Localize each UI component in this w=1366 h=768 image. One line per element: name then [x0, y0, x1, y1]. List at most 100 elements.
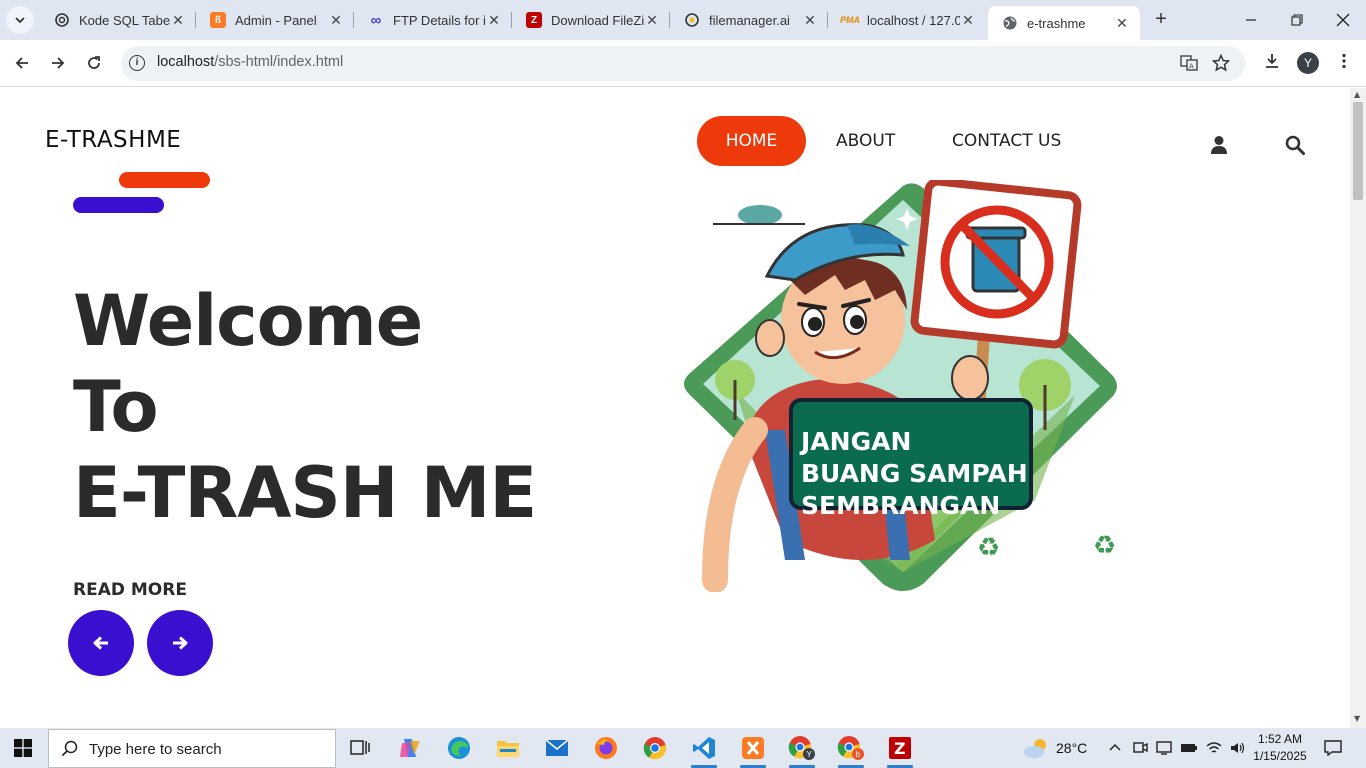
xampp-icon[interactable]: [736, 733, 770, 768]
downloads-icon[interactable]: [1261, 52, 1283, 74]
hero-heading: Welcome To E-TRASH ME: [73, 278, 537, 536]
bookmark-star-icon[interactable]: [1211, 53, 1231, 74]
chrome-profile-y-icon[interactable]: Y: [785, 733, 819, 768]
tray-icons: [1108, 728, 1246, 768]
taskbar-search-box[interactable]: Type here to search: [48, 729, 336, 768]
tab-strip: Kode SQL Tabel S ✕ ß Admin - Panel ✕ ∞ F…: [0, 0, 1366, 40]
mail-icon[interactable]: [540, 733, 574, 763]
weather-temp: 28°C: [1056, 740, 1088, 756]
search-icon[interactable]: [1285, 135, 1305, 155]
tab-admin-panel[interactable]: ß Admin - Panel ✕: [196, 0, 354, 40]
windows-start-icon[interactable]: [14, 739, 32, 757]
notification-icon: [1324, 740, 1342, 756]
infinity-icon: ∞: [370, 11, 382, 29]
vscode-icon[interactable]: [687, 733, 721, 768]
hero-heading-line-2: To: [73, 366, 159, 448]
taskbar-clock[interactable]: 1:52 AM 1/15/2025: [1252, 731, 1308, 765]
nav-home-link[interactable]: HOME: [697, 116, 806, 166]
search-icon: [61, 740, 78, 757]
close-window-button[interactable]: [1320, 0, 1366, 40]
read-more-link[interactable]: READ MORE: [73, 580, 187, 600]
translate-icon[interactable]: A: [1179, 54, 1199, 74]
scroll-up-arrow-icon[interactable]: ▲: [1354, 90, 1360, 99]
restore-icon: [1291, 14, 1303, 26]
tab-title: filemanager.ai: [709, 12, 790, 28]
svg-text:A: A: [1189, 63, 1194, 71]
user-icon[interactable]: [1210, 135, 1228, 155]
forward-button[interactable]: [46, 51, 70, 75]
tab-search-button[interactable]: [6, 6, 34, 34]
close-icon[interactable]: ✕: [486, 12, 502, 29]
minimize-icon: [1246, 19, 1256, 21]
tab-filemanager[interactable]: filemanager.ai ✕: [670, 0, 828, 40]
close-icon[interactable]: ✕: [802, 12, 818, 29]
weather-cloud-sun-icon: [1024, 739, 1046, 758]
tab-download-filezilla[interactable]: Z Download FileZil ✕: [512, 0, 670, 40]
url-text[interactable]: localhost/sbs-html/index.html: [157, 54, 343, 70]
wifi-icon[interactable]: [1206, 741, 1222, 755]
web-page: E-TRASHME HOME ABOUT CONTACT US Welcome …: [0, 88, 1350, 728]
hero-heading-line-3: E-TRASH ME: [73, 452, 537, 534]
task-view-icon[interactable]: [343, 733, 377, 763]
slider-prev-button[interactable]: [68, 610, 134, 676]
meet-now-icon[interactable]: [1132, 740, 1148, 756]
slider-next-button[interactable]: [147, 610, 213, 676]
close-icon[interactable]: ✕: [328, 12, 344, 29]
sign-text-line-2: BUANG SAMPAH: [801, 459, 1028, 488]
page-scrollbar[interactable]: ▲ ▼: [1350, 88, 1366, 728]
url-host: localhost: [157, 54, 215, 70]
notifications-button[interactable]: [1324, 728, 1342, 768]
volume-icon[interactable]: [1230, 741, 1246, 755]
arrow-right-icon: [52, 57, 65, 69]
copilot-icon[interactable]: [393, 733, 427, 763]
battery-icon[interactable]: [1180, 741, 1198, 755]
edge-icon[interactable]: [442, 733, 476, 763]
weather-widget[interactable]: 28°C: [1022, 728, 1087, 768]
tab-title: FTP Details for if: [393, 12, 486, 28]
scroll-down-arrow-icon[interactable]: ▼: [1354, 714, 1360, 723]
close-icon[interactable]: ✕: [1114, 15, 1130, 32]
minimize-button[interactable]: [1228, 0, 1274, 40]
restore-button[interactable]: [1274, 0, 1320, 40]
tab-kode-sql[interactable]: Kode SQL Tabel S ✕: [40, 0, 196, 40]
tab-title: Kode SQL Tabel S: [79, 12, 170, 28]
tab-ftp-details[interactable]: ∞ FTP Details for if ✕: [354, 0, 512, 40]
filezilla-icon: Z: [526, 12, 542, 28]
tab-e-trashme[interactable]: e-trashme ✕: [988, 6, 1140, 40]
nav-about-link[interactable]: ABOUT: [836, 116, 895, 166]
close-icon[interactable]: ✕: [170, 12, 186, 29]
nav-contact-link[interactable]: CONTACT US: [952, 116, 1061, 166]
chevron-up-icon[interactable]: [1108, 741, 1122, 755]
sign-text-line-3: SEMBRANGAN: [801, 491, 1000, 520]
svg-text:Y: Y: [807, 750, 813, 759]
profile-avatar[interactable]: Y: [1297, 52, 1319, 74]
kebab-menu-icon[interactable]: [1333, 52, 1355, 74]
tab-title: Download FileZil: [551, 12, 644, 28]
close-icon[interactable]: ✕: [644, 12, 660, 29]
openai-icon: [54, 12, 70, 28]
scrollbar-thumb[interactable]: [1353, 102, 1363, 200]
tab-phpmyadmin[interactable]: PMA localhost / 127.0 ✕: [828, 0, 986, 40]
file-explorer-icon[interactable]: [491, 733, 525, 763]
back-button[interactable]: [10, 51, 34, 75]
tab-title: e-trashme: [1027, 15, 1086, 31]
windows-taskbar: Type here to search Y b Z 28°C 1:52 AM 1…: [0, 728, 1366, 768]
firefox-icon[interactable]: [589, 733, 623, 763]
address-bar[interactable]: i localhost/sbs-html/index.html A: [121, 46, 1245, 81]
chrome-profile-b-icon[interactable]: b: [834, 733, 868, 768]
site-info-icon[interactable]: i: [129, 55, 145, 71]
reload-icon: [88, 56, 100, 69]
display-icon[interactable]: [1156, 740, 1172, 756]
arrow-left-icon: [15, 57, 28, 69]
chrome-icon[interactable]: [638, 733, 672, 763]
site-logo[interactable]: E-TRASHME: [45, 127, 181, 153]
arrow-left-icon: [93, 636, 108, 650]
close-icon[interactable]: ✕: [960, 12, 976, 29]
filezilla-icon[interactable]: Z: [883, 733, 917, 768]
xampp-icon: ß: [210, 12, 226, 28]
new-tab-button[interactable]: +: [1150, 8, 1172, 30]
sign-text-line-1: JANGAN: [799, 427, 911, 456]
reload-button[interactable]: [82, 51, 106, 75]
close-icon: [1336, 13, 1350, 27]
recycle-icon: ♻: [977, 533, 1000, 563]
